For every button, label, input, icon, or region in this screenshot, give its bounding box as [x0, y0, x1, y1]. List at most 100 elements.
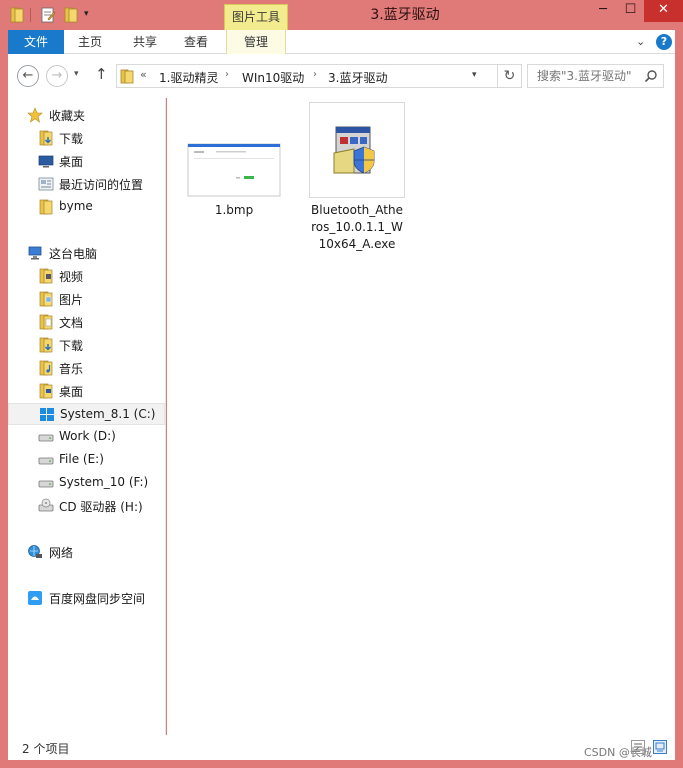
contextual-tab-picture-tools: 图片工具 [224, 4, 288, 30]
nav-label: 图片 [59, 293, 84, 307]
tab-manage[interactable]: 管理 [226, 30, 286, 54]
back-button[interactable]: ← [17, 65, 39, 87]
tab-share[interactable]: 共享 [123, 30, 167, 54]
breadcrumb-separator-icon[interactable]: › [225, 69, 229, 80]
nav-label: CD 驱动器 (H:) [59, 500, 143, 514]
nav-item-byme[interactable]: byme [8, 196, 165, 218]
folder-icon [120, 69, 134, 84]
nav-label: File (E:) [59, 452, 104, 466]
hard-drive-icon [38, 434, 54, 442]
nav-label: System_10 (F:) [59, 475, 149, 489]
help-icon[interactable]: ? [656, 34, 672, 50]
folder-icon[interactable] [9, 7, 25, 23]
pictures-folder-icon [39, 291, 53, 307]
new-folder-icon[interactable] [63, 7, 79, 23]
nav-item-drive-e[interactable]: File (E:) [8, 449, 165, 471]
window-title: 3.蓝牙驱动 [370, 7, 440, 23]
windows-drive-icon [40, 408, 54, 421]
up-button[interactable]: ↑ [95, 65, 108, 83]
videos-folder-icon [39, 268, 53, 284]
search-icon[interactable] [644, 69, 658, 83]
nav-item-videos[interactable]: 视频 [8, 265, 165, 287]
tab-view[interactable]: 查看 [174, 30, 218, 54]
nav-favorites[interactable]: 收藏夹 [8, 104, 165, 126]
hard-drive-icon [38, 457, 54, 465]
nav-label: Work (D:) [59, 429, 116, 443]
cd-drive-icon [38, 498, 54, 512]
nav-label: 音乐 [59, 362, 84, 376]
nav-label: 百度网盘同步空间 [49, 592, 146, 606]
nav-label: 视频 [59, 270, 84, 284]
desktop-icon [38, 155, 54, 168]
file-name[interactable]: 1.bmp [186, 202, 282, 219]
nav-item-drive-h[interactable]: CD 驱动器 (H:) [8, 495, 165, 517]
nav-baidu-sync[interactable]: 百度网盘同步空间 [8, 587, 165, 609]
hidden-path-chevron-icon[interactable]: « [140, 68, 147, 81]
properties-icon[interactable] [40, 7, 56, 23]
breadcrumb-win10-drivers[interactable]: WIn10驱动 [242, 69, 304, 86]
baidu-netdisk-icon [28, 591, 42, 605]
address-bar[interactable]: « 1.驱动精灵 › WIn10驱动 › 3.蓝牙驱动 ▾ [116, 64, 498, 88]
details-view-button[interactable] [631, 740, 645, 754]
nav-item-downloads-pc[interactable]: 下载 [8, 334, 165, 356]
minimize-button[interactable]: ─ [589, 0, 617, 22]
maximize-button[interactable]: ☐ [617, 0, 644, 22]
breadcrumb-separator-icon[interactable]: › [313, 69, 317, 80]
tab-file[interactable]: 文件 [8, 30, 64, 54]
nav-label: 桌面 [59, 155, 84, 169]
nav-this-pc[interactable]: 这台电脑 [8, 242, 165, 264]
nav-label: 网络 [49, 546, 74, 560]
music-folder-icon [39, 360, 53, 376]
navigation-pane: 收藏夹 下载 桌面 最近访问的位置 byme 这台电脑 视频 图片 文档 下载 … [8, 98, 166, 735]
nav-item-downloads[interactable]: 下载 [8, 127, 165, 149]
file-list-pane[interactable]: 1.bmp Bluetooth_Atheros_10.0.1.1_W10x64_… [167, 98, 675, 735]
breadcrumb-driver-genius[interactable]: 1.驱动精灵 [159, 69, 218, 86]
network-icon [28, 545, 42, 558]
nav-label: 收藏夹 [49, 109, 86, 123]
folder-icon [39, 199, 53, 215]
nav-item-drive-c[interactable]: System_8.1 (C:) [8, 403, 165, 425]
search-box[interactable] [527, 64, 664, 88]
nav-item-drive-f[interactable]: System_10 (F:) [8, 472, 165, 494]
file-name[interactable]: Bluetooth_Atheros_10.0.1.1_W10x64_A.exe [309, 202, 405, 253]
quick-access-separator [30, 8, 31, 22]
search-input[interactable] [528, 65, 640, 87]
forward-button[interactable]: → [46, 65, 68, 87]
nav-item-music[interactable]: 音乐 [8, 357, 165, 379]
nav-label: 最近访问的位置 [59, 178, 144, 192]
details-view-icon [634, 743, 642, 751]
star-icon [27, 107, 43, 123]
nav-label: 文档 [59, 316, 84, 330]
expand-ribbon-icon[interactable]: ⌄ [636, 35, 645, 48]
nav-network[interactable]: 网络 [8, 541, 165, 563]
nav-item-desktop-pc[interactable]: 桌面 [8, 380, 165, 402]
bitmap-thumbnail-icon [187, 143, 281, 197]
nav-label: 桌面 [59, 385, 84, 399]
recent-locations-dropdown[interactable]: ▾ [74, 69, 79, 79]
documents-folder-icon [39, 314, 53, 330]
nav-item-pictures[interactable]: 图片 [8, 288, 165, 310]
nav-label: 这台电脑 [49, 247, 98, 261]
desktop-folder-icon [39, 383, 53, 399]
download-folder-icon [39, 337, 53, 353]
nav-item-recent-places[interactable]: 最近访问的位置 [8, 173, 165, 195]
nav-label: 下载 [59, 339, 84, 353]
customize-quick-access-dropdown[interactable]: ▾ [84, 9, 96, 21]
tab-home[interactable]: 主页 [68, 30, 112, 54]
nav-item-documents[interactable]: 文档 [8, 311, 165, 333]
file-thumbnail[interactable] [186, 102, 282, 198]
address-history-dropdown[interactable]: ▾ [472, 70, 477, 80]
nav-label: byme [59, 199, 93, 213]
hard-drive-icon [38, 480, 54, 488]
file-thumbnail[interactable] [309, 102, 405, 198]
large-icons-view-button[interactable] [653, 740, 667, 754]
close-button[interactable]: ✕ [644, 0, 683, 22]
refresh-button[interactable]: ↻ [498, 64, 522, 88]
breadcrumb-bluetooth-drivers[interactable]: 3.蓝牙驱动 [328, 69, 387, 86]
ribbon-tabs: 文件 主页 共享 查看 管理 ⌄ ? [8, 30, 675, 54]
nav-label: System_8.1 (C:) [60, 407, 156, 421]
download-folder-icon [39, 130, 53, 146]
nav-item-drive-d[interactable]: Work (D:) [8, 426, 165, 448]
nav-item-desktop[interactable]: 桌面 [8, 150, 165, 172]
title-bar: ▾ 图片工具 3.蓝牙驱动 ─ ☐ ✕ [0, 0, 683, 30]
